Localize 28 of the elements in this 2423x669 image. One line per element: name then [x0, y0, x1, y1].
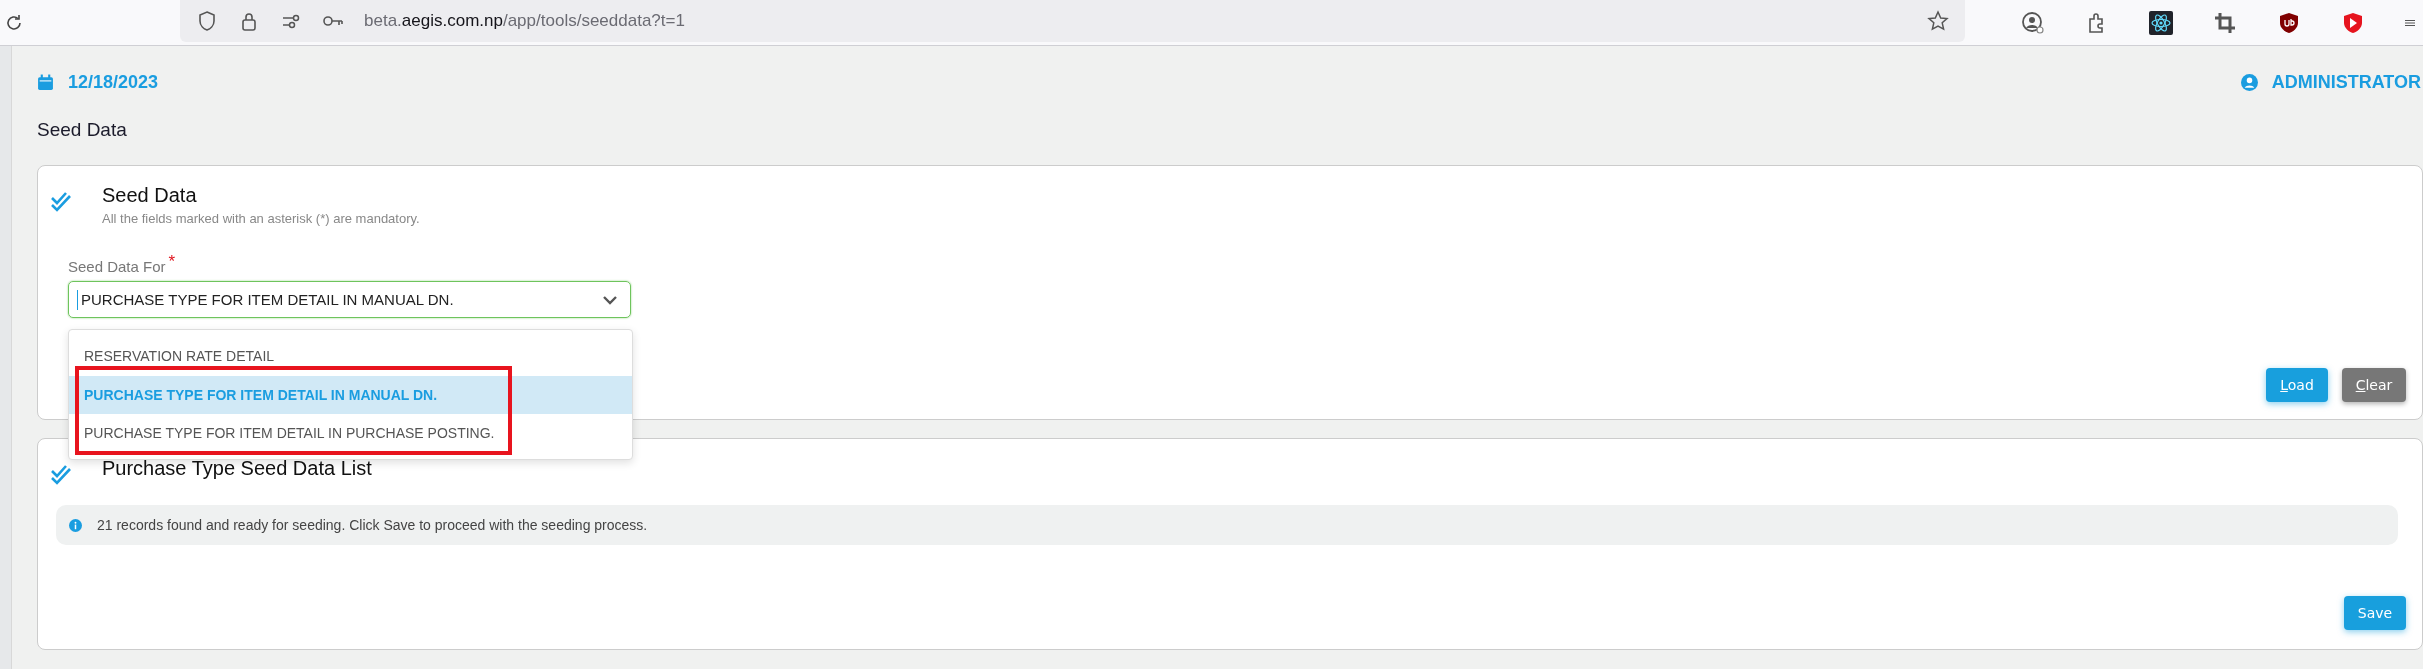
card-title: Seed Data — [102, 184, 198, 207]
double-check-icon — [50, 463, 72, 485]
reload-icon[interactable] — [4, 12, 24, 33]
address-bar[interactable]: beta.aegis.com.np/app/tools/seeddata?t=1 — [180, 0, 1965, 42]
dropdown-option[interactable]: PURCHASE TYPE FOR ITEM DETAIL IN PURCHASE POSTING. — [69, 414, 632, 453]
shield-icon[interactable] — [196, 10, 218, 32]
dropdown-option[interactable]: RESERVATION RATE DETAIL — [69, 337, 632, 376]
double-check-icon — [50, 190, 72, 212]
url-text[interactable]: beta.aegis.com.np/app/tools/seeddata?t=1 — [364, 11, 685, 31]
play-shield-icon[interactable] — [2341, 10, 2365, 35]
info-message: 21 records found and ready for seeding. Click Save to proceed with the seeding process. — [97, 517, 648, 533]
required-mark: * — [168, 252, 176, 273]
current-date: 12/18/2023 — [68, 72, 159, 93]
info-icon — [69, 518, 82, 532]
atom-icon[interactable] — [2149, 10, 2173, 35]
seed-data-select[interactable]: PURCHASE TYPE FOR ITEM DETAIL IN MANUAL DN. — [68, 281, 631, 318]
shield-icon[interactable] — [2277, 10, 2301, 35]
user-icon — [2240, 74, 2258, 91]
star-icon[interactable] — [1927, 10, 1949, 32]
chevron-down-icon[interactable] — [602, 293, 618, 306]
card-subtitle: All the fields marked with an asterisk (*) are mandatory. — [102, 211, 420, 226]
page-title: Seed Data — [37, 119, 128, 141]
calendar-icon — [37, 74, 54, 91]
secondary-button[interactable]: Clear — [2342, 368, 2406, 402]
account-icon[interactable] — [2021, 10, 2045, 35]
crop-icon[interactable] — [2213, 10, 2237, 35]
card-title: Purchase Type Seed Data List — [102, 457, 372, 480]
field-label: Seed Data For — [68, 258, 166, 275]
